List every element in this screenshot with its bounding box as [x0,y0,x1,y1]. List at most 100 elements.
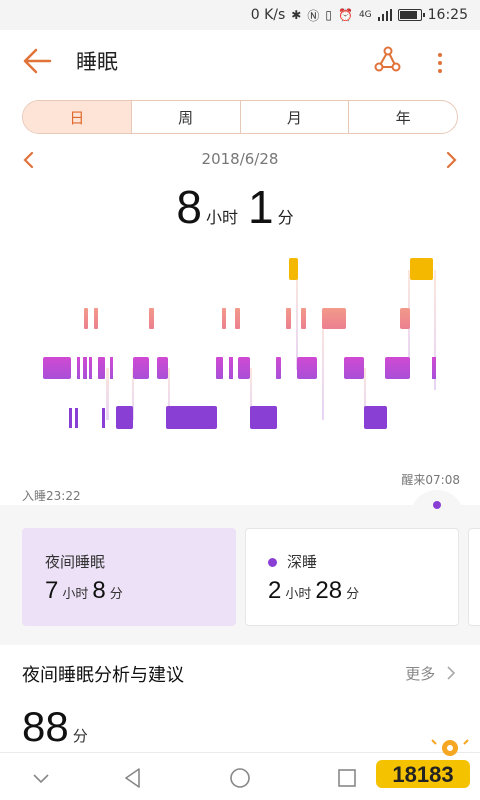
network-speed: 0 K/s [250,7,286,23]
rem-segment [222,308,226,329]
more-options-button[interactable] [428,44,452,76]
deep-sleep-segment [250,406,277,429]
awake-segment [289,258,298,280]
light-sleep-segment [157,357,168,379]
rem-segment [301,308,306,329]
period-tabs: 日 周 月 年 [22,100,458,134]
triangle-back-icon [125,768,140,788]
logo-icon: 18183 [376,734,470,788]
total-hours: 8 [176,181,202,233]
more-vertical-icon [428,44,452,73]
home-nav-button[interactable] [227,765,253,791]
signal-label: 4G [358,10,372,20]
light-sleep-segment [297,357,317,379]
square-recents-icon [338,769,356,787]
deep-sleep-segment [102,408,105,428]
next-card-peek[interactable] [468,528,480,626]
rem-segment [84,308,88,329]
card-hours: 7 [45,577,59,604]
card-hours: 2 [268,577,282,604]
light-sleep-segment [276,357,281,379]
rem-segment [94,308,98,329]
card-minutes: 8 [92,577,106,604]
rem-segment [235,308,240,329]
light-sleep-segment [385,357,410,379]
light-sleep-segment [43,357,71,379]
total-minutes: 1 [248,181,274,233]
battery-icon [397,9,425,21]
card-value: 2 小时 28 分 [268,577,363,605]
status-icons: 0 K/s ✱ Ⓝ ▯ ⏰ 4G 16:25 [251,0,468,30]
tab-year[interactable]: 年 [349,101,457,133]
night-sleep-card[interactable]: 夜间睡眠 7 小时 8 分 [22,528,236,626]
logo-text: 18183 [392,762,453,787]
more-link[interactable]: 更多 [405,663,458,684]
rem-segment [149,308,154,329]
alarm-icon: ⏰ [337,8,353,22]
card-minutes-unit: 分 [346,587,360,602]
light-sleep-segment [133,357,149,379]
card-minutes: 28 [315,577,343,604]
light-sleep-segment [89,357,92,379]
chevron-right-icon [446,151,457,169]
light-sleep-segment [110,357,113,379]
deep-sleep-segment [75,408,78,428]
stage-transition [106,368,109,420]
card-value: 7 小时 8 分 [45,577,127,605]
date-navigator: 2018/6/28 [0,146,480,174]
back-nav-button[interactable] [120,765,146,791]
total-sleep-duration: 8 小时 1 分 [0,180,480,234]
hide-nav-button[interactable] [28,765,54,791]
card-hours-unit: 小时 [285,587,312,602]
tab-week[interactable]: 周 [132,101,241,133]
sleep-score: 88 分 [22,703,88,751]
sleep-stage-plot [43,258,436,429]
arrow-left-icon [23,48,52,74]
more-link-label: 更多 [405,665,436,683]
deep-sleep-dot-icon [268,558,277,567]
status-bar: 0 K/s ✱ Ⓝ ▯ ⏰ 4G 16:25 [0,0,480,30]
chevron-down-icon [33,774,49,784]
share-button[interactable] [372,44,404,76]
card-title-text: 深睡 [287,553,318,571]
current-date: 2018/6/28 [201,150,279,168]
deep-sleep-segment [364,406,387,429]
tab-day[interactable]: 日 [23,101,132,133]
total-minutes-unit: 分 [277,208,294,227]
light-sleep-segment [238,357,250,379]
signal-icon [377,9,392,21]
clock: 16:25 [427,7,468,23]
chevron-right-icon [447,666,456,680]
page-title: 睡眠 [76,50,118,74]
recents-nav-button[interactable] [334,765,360,791]
deep-sleep-card[interactable]: 深睡 2 小时 28 分 [245,528,459,626]
app-bar: 睡眠 [0,30,480,92]
wake-up-label: 醒来07:08 [401,473,460,487]
light-sleep-segment [83,357,87,379]
rem-segment [322,308,346,329]
sleep-start-label: 入睡23:22 [22,489,81,503]
rem-segment [400,308,410,329]
vibrate-icon: ▯ [325,8,332,22]
light-sleep-segment [77,357,80,379]
card-title: 深睡 [268,551,317,572]
light-sleep-segment [432,357,436,379]
nfc-icon: Ⓝ [307,8,320,23]
circle-home-icon [230,768,250,788]
stage-transition [296,270,298,370]
score-value: 88 [22,703,69,750]
bluetooth-icon: ✱ [291,8,302,22]
light-sleep-segment [344,357,364,379]
watermark-logo: 18183 [374,734,474,796]
card-minutes-unit: 分 [109,587,123,602]
score-unit: 分 [72,727,88,745]
deep-sleep-segment [69,408,72,428]
card-hours-unit: 小时 [62,587,89,602]
sleep-stage-chart[interactable] [0,240,480,510]
back-button[interactable] [20,45,54,77]
total-hours-unit: 小时 [205,208,238,227]
light-sleep-segment [229,357,233,379]
share-icon [374,46,401,72]
tab-month[interactable]: 月 [241,101,350,133]
next-day-button[interactable] [440,148,462,172]
